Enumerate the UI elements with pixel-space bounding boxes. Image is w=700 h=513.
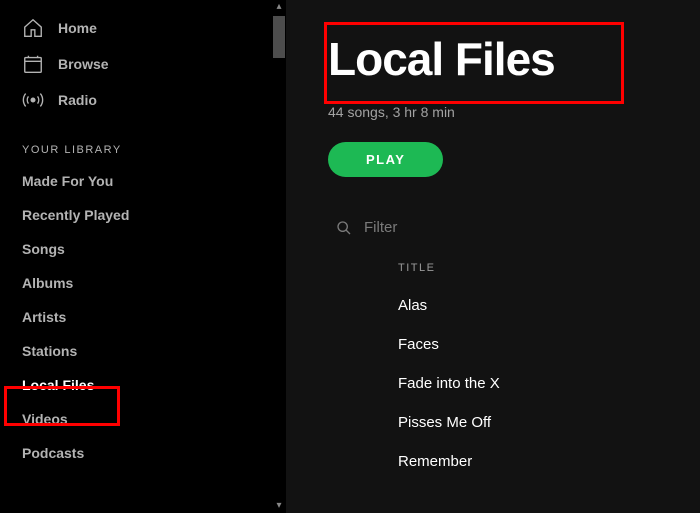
- sidebar-item-podcasts[interactable]: Podcasts: [0, 436, 286, 470]
- annotation-highlight: [4, 386, 120, 426]
- radio-icon: [22, 89, 44, 111]
- library-header: YOUR LIBRARY: [0, 136, 286, 164]
- sidebar-item-artists[interactable]: Artists: [0, 300, 286, 334]
- play-button[interactable]: PLAY: [328, 142, 443, 177]
- filter-row: [328, 217, 700, 254]
- scroll-thumb[interactable]: [273, 16, 285, 58]
- nav-item-radio[interactable]: Radio: [0, 82, 286, 118]
- sidebar-scrollbar[interactable]: ▴ ▾: [272, 0, 286, 513]
- sidebar-item-made-for-you[interactable]: Made For You: [0, 164, 286, 198]
- sidebar-item-albums[interactable]: Albums: [0, 266, 286, 300]
- track-row[interactable]: Pisses Me Off: [328, 403, 700, 442]
- scroll-down-icon[interactable]: ▾: [274, 501, 284, 511]
- nav-top: Home Browse Radio: [0, 10, 286, 136]
- nav-item-home[interactable]: Home: [0, 10, 286, 46]
- nav-label: Radio: [58, 92, 97, 108]
- track-row[interactable]: Remember: [328, 442, 700, 481]
- track-row[interactable]: Fade into the X: [328, 364, 700, 403]
- nav-item-browse[interactable]: Browse: [0, 46, 286, 82]
- column-header-title: TITLE: [328, 254, 700, 286]
- filter-input[interactable]: [364, 219, 563, 236]
- track-row[interactable]: Faces: [328, 325, 700, 364]
- home-icon: [22, 17, 44, 39]
- sidebar-item-stations[interactable]: Stations: [0, 334, 286, 368]
- track-row[interactable]: Alas: [328, 286, 700, 325]
- nav-label: Browse: [58, 56, 109, 72]
- annotation-highlight: [324, 22, 624, 104]
- sidebar-item-songs[interactable]: Songs: [0, 232, 286, 266]
- scroll-up-icon[interactable]: ▴: [274, 2, 284, 12]
- nav-label: Home: [58, 20, 97, 36]
- browse-icon: [22, 53, 44, 75]
- search-icon: [336, 220, 352, 236]
- playlist-meta: 44 songs, 3 hr 8 min: [328, 104, 700, 120]
- sidebar-item-recently-played[interactable]: Recently Played: [0, 198, 286, 232]
- sidebar: Home Browse Radio YOUR LIBRARY Made For …: [0, 0, 286, 513]
